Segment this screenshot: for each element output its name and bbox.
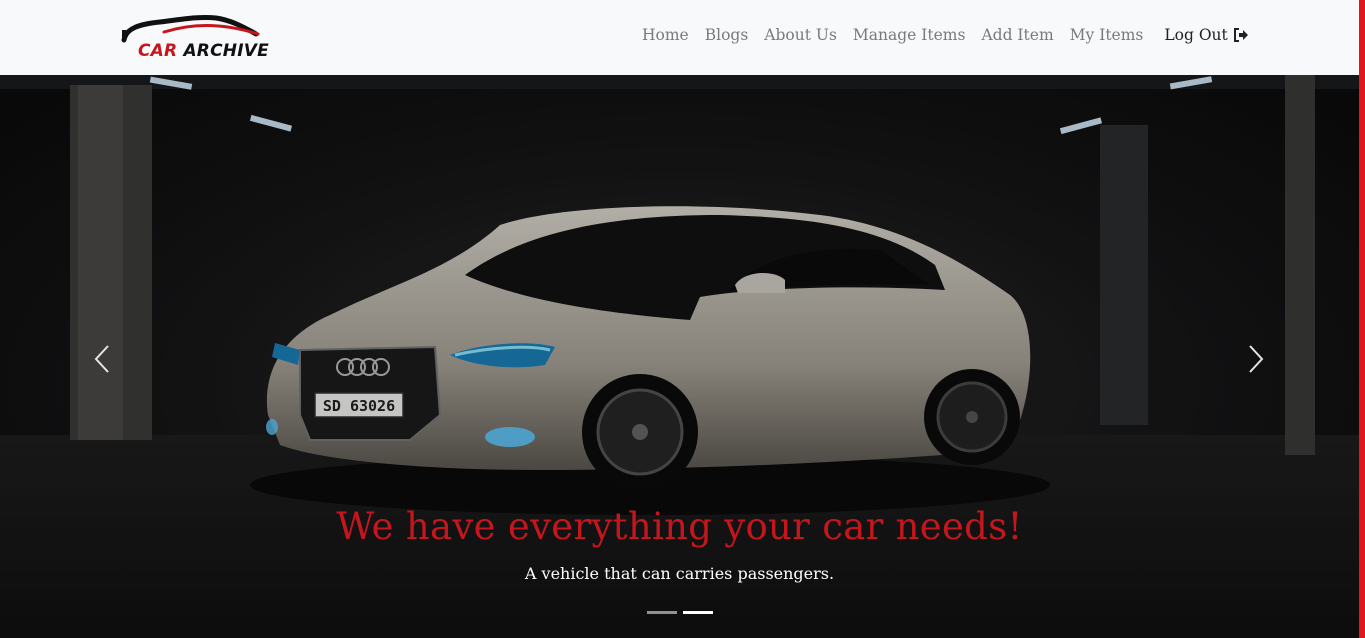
nav-blogs[interactable]: Blogs — [705, 26, 749, 44]
side-accent-bar — [1359, 0, 1365, 638]
brand-logo[interactable]: CAR ARCHIVE — [120, 10, 269, 66]
chevron-right-icon — [1249, 345, 1264, 373]
navbar: CAR ARCHIVE Home Blogs About Us Manage I… — [0, 0, 1359, 75]
sign-out-icon — [1233, 28, 1249, 42]
car-photo: SD 63026 — [0, 75, 1359, 638]
carousel-indicators — [647, 611, 719, 614]
brand-word-archive: ARCHIVE — [183, 41, 269, 61]
nav-add-item[interactable]: Add Item — [981, 26, 1053, 44]
brand-word-car: CAR — [138, 41, 178, 61]
carousel-indicator-2[interactable] — [683, 611, 713, 614]
carousel-indicator-1[interactable] — [647, 611, 677, 614]
chevron-left-icon — [94, 345, 109, 373]
brand-text: CAR ARCHIVE — [138, 41, 269, 61]
logout-label: Log Out — [1164, 26, 1228, 44]
carousel-caption-title: We have everything your car needs! — [336, 505, 1023, 548]
nav-links: Home Blogs About Us Manage Items Add Ite… — [642, 26, 1265, 44]
nav-my-items[interactable]: My Items — [1070, 26, 1144, 44]
nav-manage-items[interactable]: Manage Items — [853, 26, 966, 44]
carousel-caption-subtitle: A vehicle that can carries passengers. — [524, 564, 835, 583]
carousel-next-button[interactable] — [1244, 343, 1268, 375]
carousel-prev-button[interactable] — [90, 343, 114, 375]
hero-carousel: SD 63026 We have everything your car nee… — [0, 75, 1359, 638]
nav-home[interactable]: Home — [642, 26, 689, 44]
nav-about-us[interactable]: About Us — [764, 26, 837, 44]
logout-button[interactable]: Log Out — [1164, 26, 1248, 44]
